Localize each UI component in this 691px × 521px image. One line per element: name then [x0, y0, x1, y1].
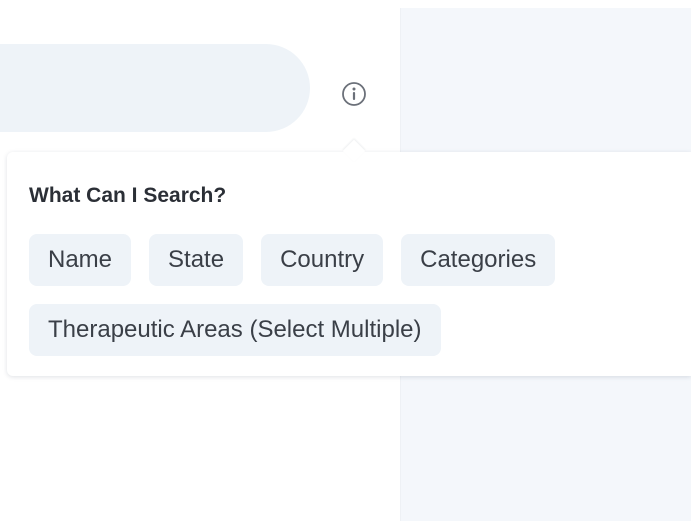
- popover-title: What Can I Search?: [29, 184, 227, 207]
- chip-state[interactable]: State: [149, 234, 244, 286]
- search-help-popover: What Can I Search? Name State Country Ca…: [7, 139, 691, 376]
- chip-name[interactable]: Name: [29, 234, 132, 286]
- info-button[interactable]: [337, 77, 371, 111]
- search-input[interactable]: [0, 44, 310, 132]
- searchable-fields-list: Name State Country Categories Therapeuti…: [29, 234, 669, 356]
- chip-country[interactable]: Country: [261, 234, 384, 286]
- chip-categories[interactable]: Categories: [401, 234, 556, 286]
- chip-therapeutic-areas[interactable]: Therapeutic Areas (Select Multiple): [29, 304, 441, 356]
- info-circle-icon: [342, 82, 366, 106]
